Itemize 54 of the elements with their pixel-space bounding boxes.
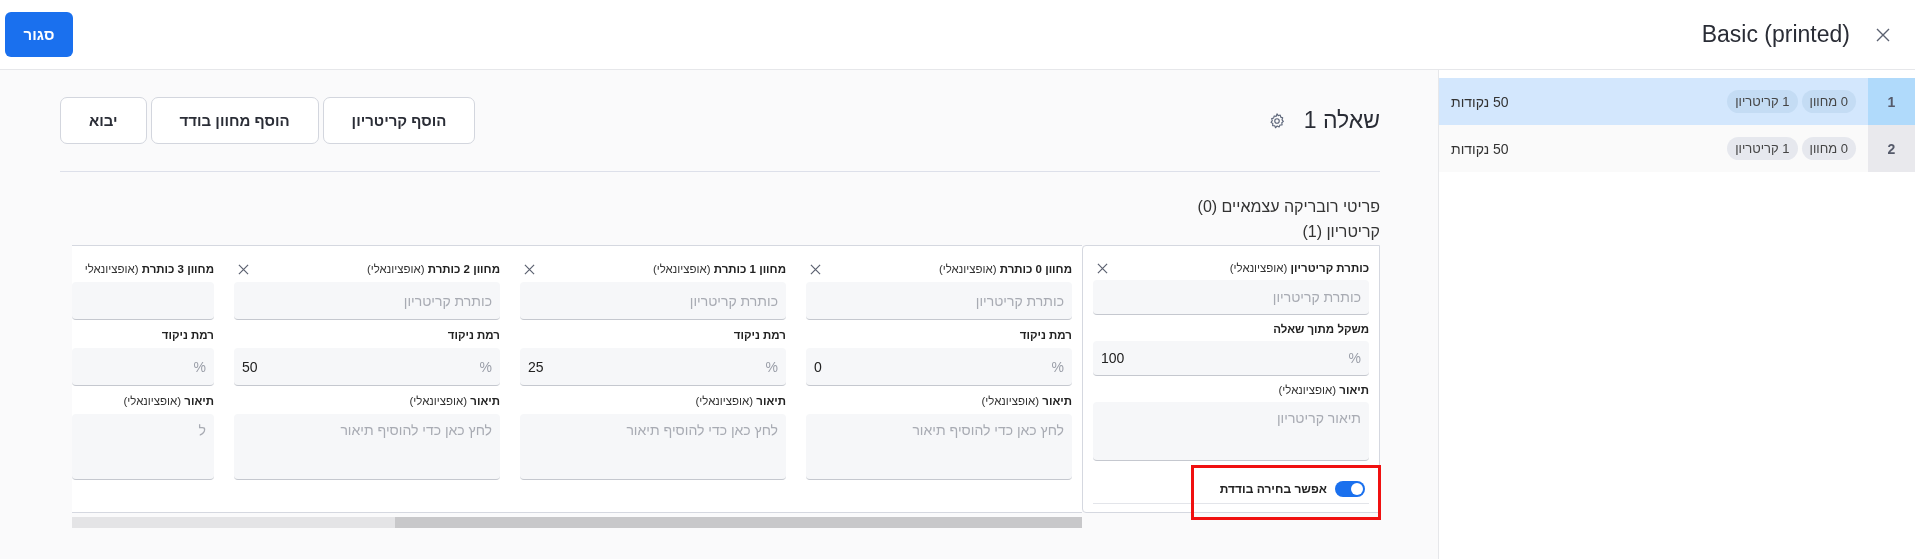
percent-field[interactable]: % 50	[234, 348, 500, 386]
title-field[interactable]: כותרת קריטריון	[234, 282, 500, 320]
description-field[interactable]: תיאור קריטריון	[1093, 401, 1369, 461]
field-label: תיאור (אופציונאלי)	[409, 395, 500, 407]
question-title: שאלה 1	[1303, 107, 1380, 134]
percent-field[interactable]: % 100	[1093, 340, 1369, 376]
count-tag: 0 מחוון	[1801, 137, 1856, 160]
action-button[interactable]: הוסף מחוון בודד	[150, 97, 319, 144]
points-label: 50 נקודות	[1451, 140, 1509, 157]
settings-icon[interactable]	[1267, 111, 1286, 130]
field-label: מחוון 0 כותרת (אופציונאלי)	[938, 263, 1072, 275]
field-label: תיאור (אופציונאלי)	[1278, 383, 1369, 396]
field-label: כותרת קריטריון (אופציונאלי)	[1229, 262, 1369, 275]
toggle-switch[interactable]	[1335, 481, 1365, 497]
close-button[interactable]: סגור	[5, 12, 73, 57]
close-icon[interactable]	[524, 263, 535, 275]
field-label: רמת ניקוד	[733, 329, 786, 341]
points-label: 50 נקודות	[1451, 93, 1509, 110]
percent-field[interactable]: % 0	[806, 348, 1072, 386]
scrollbar[interactable]	[72, 517, 1082, 528]
question-number: 2	[1868, 125, 1915, 172]
title-field[interactable]	[72, 282, 214, 320]
description-field[interactable]: ל	[72, 414, 214, 480]
title-field[interactable]: כותרת קריטריון	[806, 282, 1072, 320]
field-label: תיאור (אופציונאלי)	[695, 395, 786, 407]
title-field[interactable]: כותרת קריטריון	[520, 282, 786, 320]
toggle-label: אפשר בחירה בודדת	[1219, 482, 1327, 496]
description-field[interactable]: לחץ כאן כדי להוסיף תיאור	[234, 414, 500, 480]
close-icon[interactable]	[1097, 262, 1108, 274]
count-tag: 0 מחוון	[1801, 90, 1856, 113]
page-title: Basic (printed)	[1701, 21, 1850, 48]
field-label: מחוון 3 כותרת (אופציונאלי	[84, 263, 214, 275]
field-label: מחוון 2 כותרת (אופציונאלי)	[366, 263, 500, 275]
field-label: רמת ניקוד	[1019, 329, 1072, 341]
field-label: רמת ניקוד	[447, 329, 500, 341]
section-heading: פריטי רובריקה עצמאיים (0)	[1196, 197, 1380, 216]
section-heading: קריטריון (1)	[1301, 222, 1380, 241]
field-label: מחוון 1 כותרת (אופציונאלי)	[652, 263, 786, 275]
field-label: תיאור (אופציונאלי)	[123, 395, 214, 407]
count-tag: 1 קריטריון	[1727, 137, 1798, 160]
close-icon[interactable]	[810, 263, 821, 275]
percent-field[interactable]: % 25	[520, 348, 786, 386]
close-icon[interactable]	[238, 263, 249, 275]
action-button[interactable]: יבוא	[60, 97, 147, 144]
field-label: משקל מתוך שאלה	[1273, 322, 1369, 335]
count-tag: 1 קריטריון	[1727, 90, 1798, 113]
description-field[interactable]: לחץ כאן כדי להוסיף תיאור	[520, 414, 786, 480]
title-field[interactable]: כותרת קריטריון	[1093, 280, 1369, 315]
action-button[interactable]: הוסף קריטריון	[322, 97, 476, 144]
close-icon[interactable]	[1876, 27, 1890, 42]
question-number: 1	[1868, 78, 1915, 125]
description-field[interactable]: לחץ כאן כדי להוסיף תיאור	[806, 414, 1072, 480]
field-label: רמת ניקוד	[161, 329, 214, 341]
field-label: תיאור (אופציונאלי)	[981, 395, 1072, 407]
